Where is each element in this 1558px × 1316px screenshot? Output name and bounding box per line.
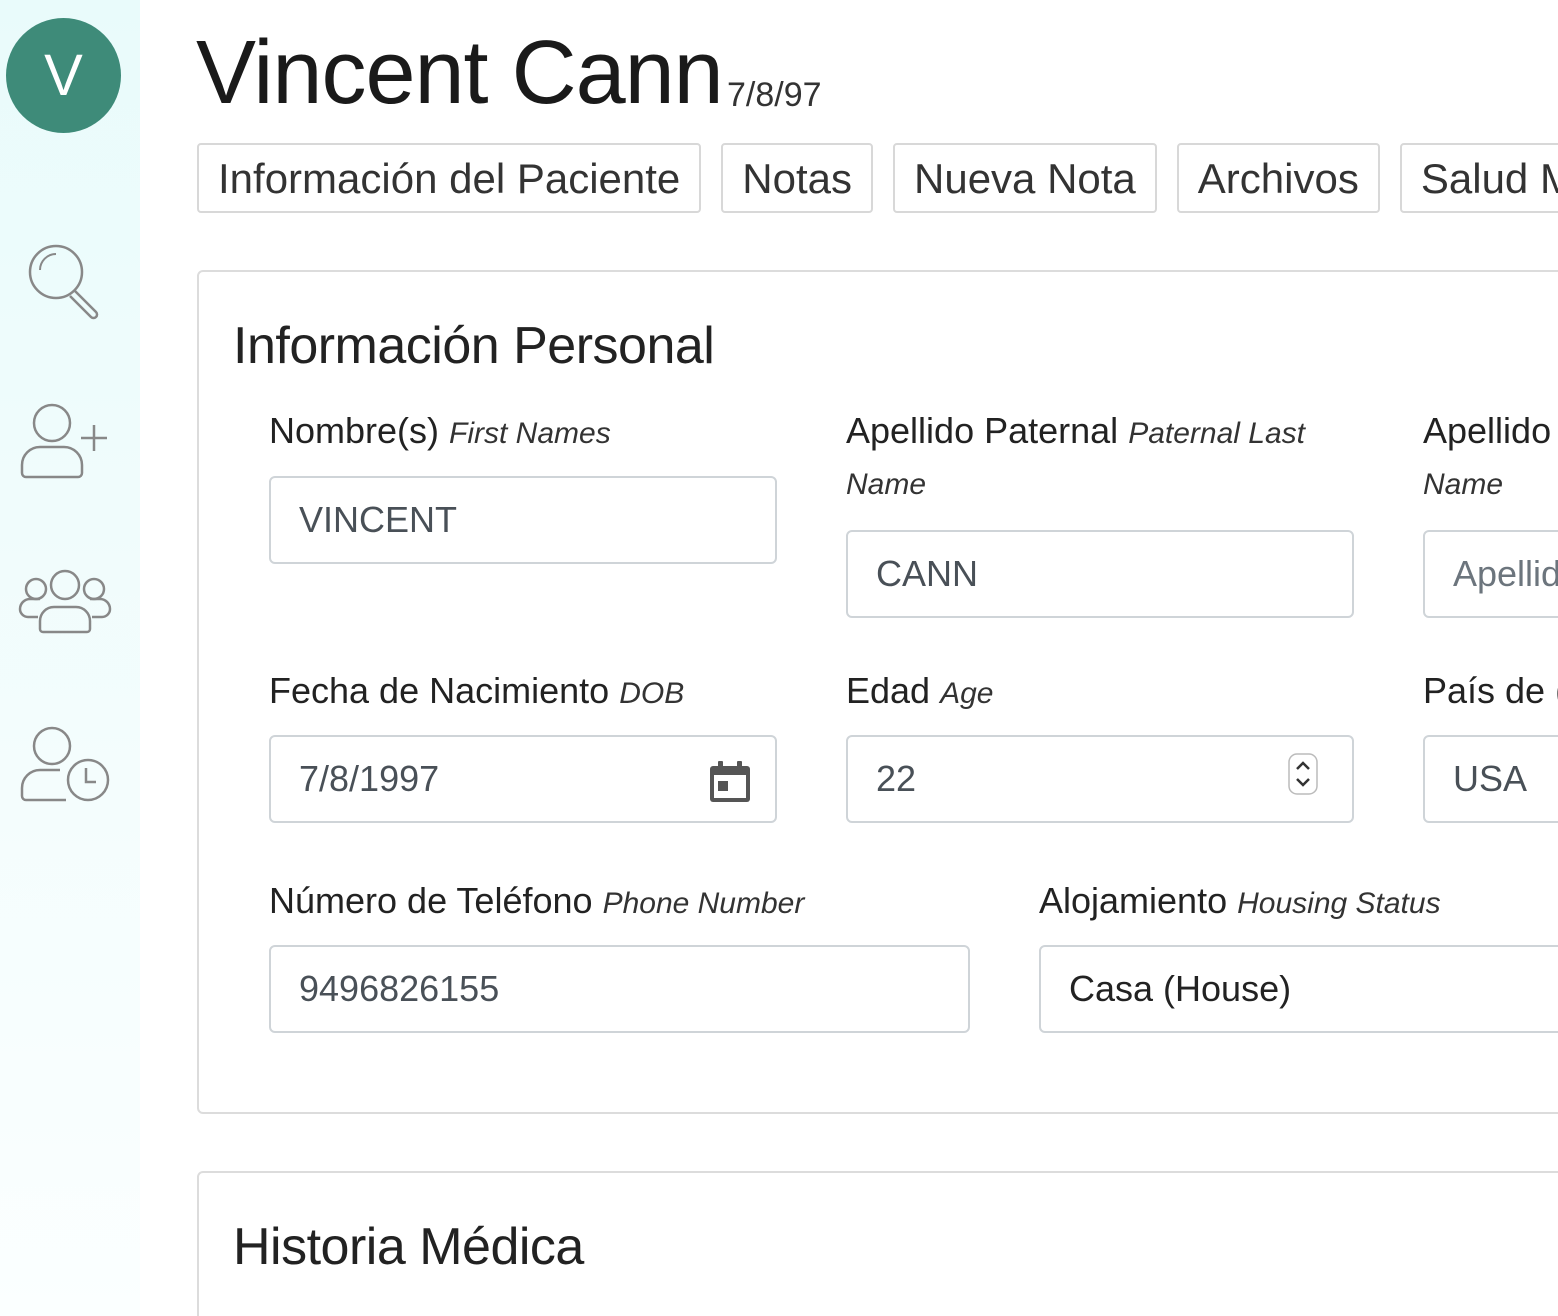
user-clock-icon[interactable] xyxy=(18,718,112,812)
avatar[interactable]: V xyxy=(6,18,121,133)
personal-info-card: Información Personal Nombre(s) First Nam… xyxy=(197,270,1558,1114)
patient-dob: 7/8/97 xyxy=(727,76,822,114)
add-user-icon[interactable] xyxy=(18,393,112,487)
maternal-last-name-label: Apellido xyxy=(1423,410,1552,451)
tab-bar: Información del Paciente Notas Nueva Nota A… xyxy=(197,143,1558,213)
tab-files[interactable]: Archivos xyxy=(1176,143,1380,213)
phone-label: Número de Teléfono Phone Number xyxy=(269,880,805,921)
age-value: 22 xyxy=(876,758,917,799)
age-label: Edad Age xyxy=(846,670,994,711)
dob-input[interactable]: 7/8/1997 xyxy=(269,735,777,823)
age-input[interactable]: 22 xyxy=(846,735,1354,823)
housing-select[interactable]: Casa (House) xyxy=(1039,945,1558,1033)
tab-notes[interactable]: Notas xyxy=(721,143,873,213)
medical-history-card: Historia Médica xyxy=(197,1171,1558,1316)
sidebar: V xyxy=(0,0,140,1316)
phone-input[interactable]: 9496826155 xyxy=(269,945,970,1033)
tab-medical-health[interactable]: Salud Me xyxy=(1399,143,1558,213)
housing-label: Alojamiento Housing Status xyxy=(1039,880,1441,921)
dob-value: 7/8/1997 xyxy=(299,758,440,799)
maternal-last-name-label-cont: Name xyxy=(1423,468,1504,501)
paternal-last-name-label-cont: Name xyxy=(846,468,927,501)
tab-patient-info[interactable]: Información del Paciente xyxy=(197,143,702,213)
paternal-last-name-label: Apellido Paternal Paternal Last xyxy=(846,410,1305,451)
maternal-last-name-input[interactable]: Apellid xyxy=(1423,530,1558,618)
search-icon[interactable] xyxy=(18,230,112,324)
dob-label: Fecha de Nacimiento DOB xyxy=(269,670,685,711)
number-spinner-icon[interactable] xyxy=(1288,753,1318,795)
main-content: Vincent Cann 7/8/97 Información del Paci… xyxy=(140,0,1558,1316)
first-names-input[interactable]: VINCENT xyxy=(269,476,777,564)
section-title: Información Personal xyxy=(233,317,715,375)
users-group-icon[interactable] xyxy=(18,555,112,649)
paternal-last-name-input[interactable]: CANN xyxy=(846,530,1354,618)
country-label: País de ( xyxy=(1423,670,1558,711)
calendar-icon[interactable] xyxy=(707,759,753,805)
patient-name: Vincent Cann xyxy=(196,23,724,123)
tab-new-note[interactable]: Nueva Nota xyxy=(893,143,1157,213)
first-names-label: Nombre(s) First Names xyxy=(269,410,611,451)
section-title-medical-history: Historia Médica xyxy=(233,1218,584,1276)
country-input[interactable]: USA xyxy=(1423,735,1558,823)
